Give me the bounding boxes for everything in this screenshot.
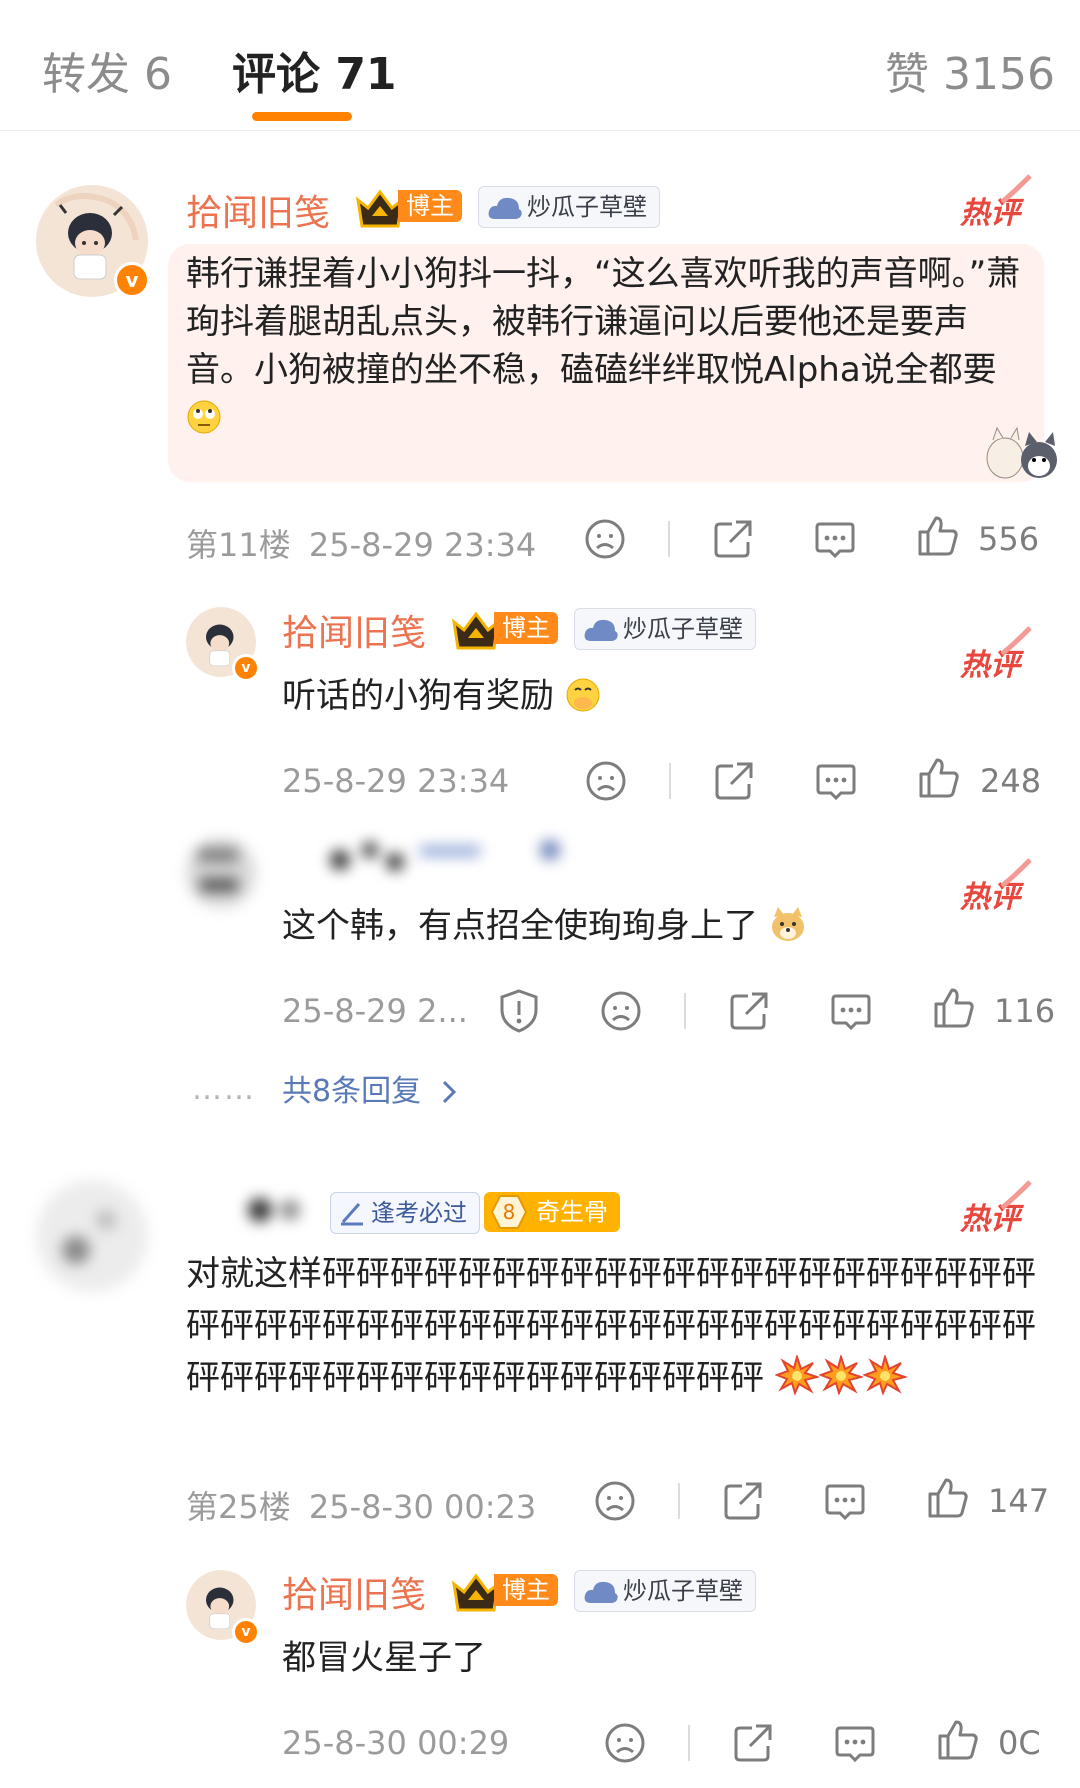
verified-badge-icon: v bbox=[114, 262, 150, 298]
like-button[interactable] bbox=[926, 1476, 970, 1520]
group-badge[interactable]: 炒瓜子草壁 bbox=[574, 1570, 756, 1612]
comment-text: 都冒火星子了 bbox=[282, 1638, 486, 1678]
flame-icon bbox=[1000, 626, 1032, 656]
comment-meta: 第11楼 25-8-29 23:34 bbox=[186, 526, 537, 564]
like-button[interactable] bbox=[916, 514, 960, 558]
like-button[interactable] bbox=[917, 756, 961, 800]
sad-face-icon bbox=[601, 991, 641, 1031]
reply-button[interactable] bbox=[815, 760, 857, 802]
view-replies-link[interactable]: 共8条回复 bbox=[282, 1066, 461, 1110]
replies-ellipsis: …… bbox=[192, 1072, 256, 1107]
hot-comment-label: 热评 bbox=[960, 1180, 1032, 1238]
like-count: 116 bbox=[994, 992, 1056, 1030]
comment-icon bbox=[825, 1484, 865, 1521]
action-divider bbox=[678, 1483, 680, 1519]
share-icon bbox=[734, 1724, 772, 1762]
sad-face-icon bbox=[585, 519, 625, 559]
username-blurred[interactable] bbox=[300, 836, 570, 876]
flame-icon bbox=[1000, 174, 1032, 204]
like-count: 248 bbox=[980, 762, 1042, 800]
flame-icon bbox=[1000, 1180, 1032, 1210]
share-icon bbox=[730, 992, 768, 1030]
comment-icon bbox=[831, 994, 871, 1031]
share-button[interactable] bbox=[732, 1722, 774, 1764]
doge-emoji-icon bbox=[771, 907, 804, 941]
comment-text: 韩行谦捏着小小狗抖一抖，“这么喜欢听我的声音啊。”萧珣抖着腿胡乱点头，被韩行谦逼… bbox=[186, 250, 1032, 442]
share-button[interactable] bbox=[722, 1480, 764, 1522]
like-button[interactable] bbox=[932, 986, 976, 1030]
dislike-button[interactable] bbox=[594, 1480, 636, 1522]
avatar[interactable] bbox=[36, 1180, 148, 1292]
share-icon bbox=[724, 1482, 762, 1520]
comment-meta: 第25楼 25-8-30 00:23 bbox=[186, 1488, 537, 1526]
cloud-icon bbox=[584, 1581, 618, 1603]
action-divider bbox=[688, 1725, 690, 1761]
like-count: 0C bbox=[998, 1724, 1041, 1762]
comment-text: 这个韩，有点招全使珣珣身上了 bbox=[282, 902, 982, 950]
like-button[interactable] bbox=[936, 1718, 980, 1762]
username[interactable]: 拾闻旧笺 bbox=[186, 184, 330, 236]
like-icon bbox=[918, 516, 958, 556]
rolling-eyes-emoji-icon bbox=[187, 400, 221, 434]
like-count: 556 bbox=[978, 520, 1040, 558]
pen-icon bbox=[341, 1203, 363, 1226]
verified-badge-icon: v bbox=[232, 654, 260, 682]
group-badge[interactable]: 炒瓜子草壁 bbox=[478, 186, 660, 228]
like-icon bbox=[938, 1720, 978, 1760]
share-button[interactable] bbox=[713, 760, 755, 802]
share-button[interactable] bbox=[712, 518, 754, 560]
comment-icon bbox=[815, 522, 855, 559]
like-icon bbox=[928, 1478, 968, 1518]
report-icon bbox=[500, 989, 538, 1033]
sad-face-icon bbox=[605, 1723, 645, 1763]
chevron-right-icon bbox=[442, 1080, 456, 1104]
dislike-button[interactable] bbox=[600, 990, 642, 1032]
explosion-emoji-icon bbox=[862, 1355, 907, 1395]
comment-time: 25-8-30 00:29 bbox=[282, 1724, 510, 1762]
tab-bar-border bbox=[0, 0, 1080, 131]
username[interactable]: 拾闻旧笺 bbox=[282, 604, 426, 656]
explosion-emoji-icon bbox=[774, 1355, 819, 1395]
avatar[interactable] bbox=[186, 838, 256, 908]
sad-face-icon bbox=[586, 761, 626, 801]
flame-icon bbox=[1000, 858, 1032, 888]
comment-icon bbox=[816, 764, 856, 801]
reply-button[interactable] bbox=[814, 518, 856, 560]
like-icon bbox=[919, 758, 959, 798]
action-divider bbox=[668, 521, 670, 557]
username-blurred[interactable] bbox=[230, 1190, 320, 1230]
cloud-icon bbox=[584, 619, 618, 641]
comment-time: 25-8-29 2... bbox=[282, 992, 468, 1030]
dislike-button[interactable] bbox=[584, 518, 626, 560]
share-icon bbox=[714, 520, 752, 558]
share-button[interactable] bbox=[728, 990, 770, 1032]
action-divider bbox=[684, 993, 686, 1029]
username[interactable]: 拾闻旧笺 bbox=[282, 1566, 426, 1618]
svg-text:8: 8 bbox=[503, 1200, 516, 1224]
reply-button[interactable] bbox=[830, 990, 872, 1032]
comment-icon bbox=[835, 1726, 875, 1763]
hands-over-mouth-emoji-icon bbox=[566, 678, 600, 712]
action-divider bbox=[669, 763, 671, 799]
like-icon bbox=[934, 988, 974, 1028]
level-badge[interactable]: 8 奇生骨 bbox=[484, 1192, 620, 1232]
dislike-button[interactable] bbox=[604, 1722, 646, 1764]
exam-badge[interactable]: 逢考必过 bbox=[330, 1192, 480, 1234]
like-count: 147 bbox=[988, 1482, 1050, 1520]
reply-button[interactable] bbox=[834, 1722, 876, 1764]
comment-time: 25-8-29 23:34 bbox=[282, 762, 510, 800]
explosion-emoji-icon bbox=[818, 1355, 863, 1395]
hot-comment-label: 热评 bbox=[960, 174, 1032, 232]
report-button[interactable] bbox=[498, 988, 540, 1034]
comment-text: 听话的小狗有奖励 bbox=[282, 672, 982, 720]
share-icon bbox=[715, 762, 753, 800]
cloud-icon bbox=[488, 197, 522, 219]
reply-button[interactable] bbox=[824, 1480, 866, 1522]
group-badge[interactable]: 炒瓜子草壁 bbox=[574, 608, 756, 650]
sad-face-icon bbox=[595, 1481, 635, 1521]
comment-text: 对就这样砰砰砰砰砰砰砰砰砰砰砰砰砰砰砰砰砰砰砰砰砰砰砰砰砰砰砰砰砰砰砰砰砰砰砰砰… bbox=[186, 1254, 1036, 1398]
level-hex-icon: 8 bbox=[490, 1195, 528, 1229]
dislike-button[interactable] bbox=[585, 760, 627, 802]
verified-badge-icon: v bbox=[232, 1618, 260, 1646]
